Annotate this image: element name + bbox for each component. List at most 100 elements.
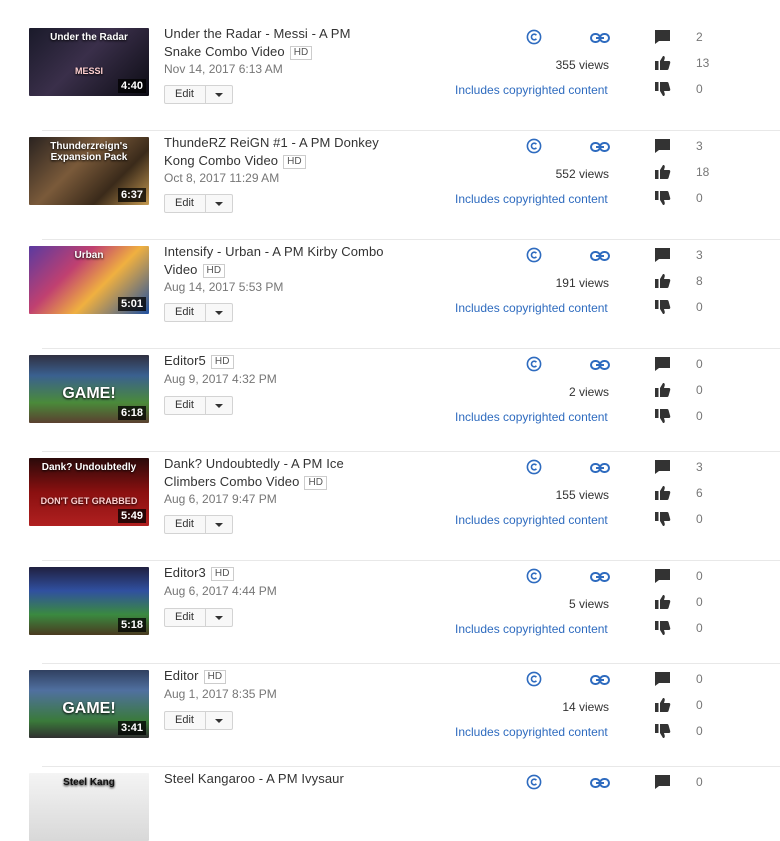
comment-icon[interactable] <box>654 247 671 263</box>
comment-icon[interactable] <box>654 774 671 790</box>
hd-badge: HD <box>210 355 234 369</box>
edit-label: Edit <box>175 611 194 623</box>
like-count: 13 <box>696 56 710 70</box>
copyright-icon[interactable] <box>526 29 542 45</box>
video-thumbnail[interactable]: Urban 5:01 <box>29 246 149 314</box>
copyright-icon[interactable] <box>526 247 542 263</box>
chevron-down-icon[interactable] <box>215 616 223 620</box>
edit-divider <box>205 195 206 212</box>
chevron-down-icon[interactable] <box>215 404 223 408</box>
edit-button[interactable]: Edit <box>164 85 233 104</box>
video-thumbnail[interactable]: GAME! 6:18 <box>29 355 149 423</box>
copyright-icon[interactable] <box>526 774 542 790</box>
chevron-down-icon[interactable] <box>215 202 223 206</box>
like-icon[interactable] <box>654 273 671 289</box>
video-thumbnail[interactable]: 5:18 <box>29 567 149 635</box>
video-title[interactable]: Dank? Undoubtedly - A PM Ice Climbers Com… <box>164 455 394 490</box>
like-icon[interactable] <box>654 485 671 501</box>
video-title[interactable]: Steel Kangaroo - A PM Ivysaur <box>164 770 394 788</box>
edit-button[interactable]: Edit <box>164 515 233 534</box>
row-divider <box>42 451 780 452</box>
hd-badge: HD <box>304 475 328 490</box>
copyright-notice-link[interactable]: Includes copyrighted content <box>455 192 608 206</box>
chevron-down-icon[interactable] <box>215 523 223 527</box>
view-count: 155 views <box>555 488 609 502</box>
copyright-notice-link[interactable]: Includes copyrighted content <box>455 725 608 739</box>
row-divider <box>42 560 780 561</box>
dislike-icon[interactable] <box>654 190 671 206</box>
copyright-icon[interactable] <box>526 138 542 154</box>
comment-icon[interactable] <box>654 138 671 154</box>
copyright-icon[interactable] <box>526 671 542 687</box>
link-icon[interactable] <box>590 776 610 788</box>
copyright-notice-link[interactable]: Includes copyrighted content <box>455 83 608 97</box>
like-icon[interactable] <box>654 382 671 398</box>
edit-divider <box>205 516 206 533</box>
like-icon[interactable] <box>654 594 671 610</box>
copyright-notice-link[interactable]: Includes copyrighted content <box>455 301 608 315</box>
like-count: 18 <box>696 165 710 179</box>
dislike-icon[interactable] <box>654 81 671 97</box>
like-icon[interactable] <box>654 697 671 713</box>
video-thumbnail[interactable]: Dank? Undoubtedly DON'T GET GRABBED 5:49 <box>29 458 149 526</box>
video-title[interactable]: ThundeRZ ReiGN #1 - A PM Donkey Kong Comb… <box>164 134 394 169</box>
link-icon[interactable] <box>590 570 610 582</box>
video-title[interactable]: Editor5 HD <box>164 352 394 370</box>
comment-icon[interactable] <box>654 356 671 372</box>
link-icon[interactable] <box>590 31 610 43</box>
edit-button[interactable]: Edit <box>164 711 233 730</box>
edit-button[interactable]: Edit <box>164 608 233 627</box>
dislike-icon[interactable] <box>654 511 671 527</box>
copyright-notice-link[interactable]: Includes copyrighted content <box>455 410 608 424</box>
video-thumbnail[interactable]: Under the Radar MESSI 4:40 <box>29 28 149 96</box>
dislike-icon[interactable] <box>654 620 671 636</box>
dislike-icon[interactable] <box>654 299 671 315</box>
chevron-down-icon[interactable] <box>215 93 223 97</box>
link-icon[interactable] <box>590 358 610 370</box>
link-icon[interactable] <box>590 249 610 261</box>
copyright-icon[interactable] <box>526 356 542 372</box>
chevron-down-icon[interactable] <box>215 719 223 723</box>
video-title-line: Video <box>164 261 198 277</box>
video-title[interactable]: Editor HD <box>164 667 394 685</box>
like-icon[interactable] <box>654 55 671 71</box>
comment-icon[interactable] <box>654 459 671 475</box>
link-icon[interactable] <box>590 673 610 685</box>
edit-button[interactable]: Edit <box>164 303 233 322</box>
hd-badge: HD <box>210 567 234 581</box>
dislike-count: 0 <box>696 191 703 205</box>
dislike-icon[interactable] <box>654 408 671 424</box>
video-title[interactable]: Intensify - Urban - A PM Kirby Combo Vide… <box>164 243 394 278</box>
video-title-line: ThundeRZ ReiGN #1 - A PM Donkey <box>164 135 379 150</box>
comment-icon[interactable] <box>654 568 671 584</box>
edit-divider <box>205 86 206 103</box>
link-icon[interactable] <box>590 461 610 473</box>
video-duration: 3:41 <box>117 721 146 735</box>
dislike-count: 0 <box>696 621 703 635</box>
view-count: 552 views <box>555 167 609 181</box>
video-thumbnail[interactable]: Steel Kang <box>29 773 149 841</box>
video-title[interactable]: Under the Radar - Messi - A PM Snake Comb… <box>164 25 394 60</box>
chevron-down-icon[interactable] <box>215 311 223 315</box>
comment-icon[interactable] <box>654 29 671 45</box>
like-icon[interactable] <box>654 164 671 180</box>
copyright-icon[interactable] <box>526 459 542 475</box>
upload-date: Aug 6, 2017 4:44 PM <box>164 584 277 598</box>
copyright-notice-link[interactable]: Includes copyrighted content <box>455 513 608 527</box>
copyright-notice-link[interactable]: Includes copyrighted content <box>455 622 608 636</box>
edit-button[interactable]: Edit <box>164 194 233 213</box>
copyright-icon[interactable] <box>526 568 542 584</box>
edit-button[interactable]: Edit <box>164 396 233 415</box>
video-duration: 4:40 <box>117 79 146 93</box>
video-title[interactable]: Editor3 HD <box>164 564 394 582</box>
comment-icon[interactable] <box>654 671 671 687</box>
upload-date: Aug 14, 2017 5:53 PM <box>164 280 284 294</box>
edit-label: Edit <box>175 399 194 411</box>
video-duration: 5:01 <box>117 297 146 311</box>
dislike-icon[interactable] <box>654 723 671 739</box>
edit-label: Edit <box>175 518 194 530</box>
video-thumbnail[interactable]: Thunderzreign's Expansion Pack 6:37 <box>29 137 149 205</box>
link-icon[interactable] <box>590 140 610 152</box>
upload-date: Aug 9, 2017 4:32 PM <box>164 372 277 386</box>
video-thumbnail[interactable]: GAME! 3:41 <box>29 670 149 738</box>
